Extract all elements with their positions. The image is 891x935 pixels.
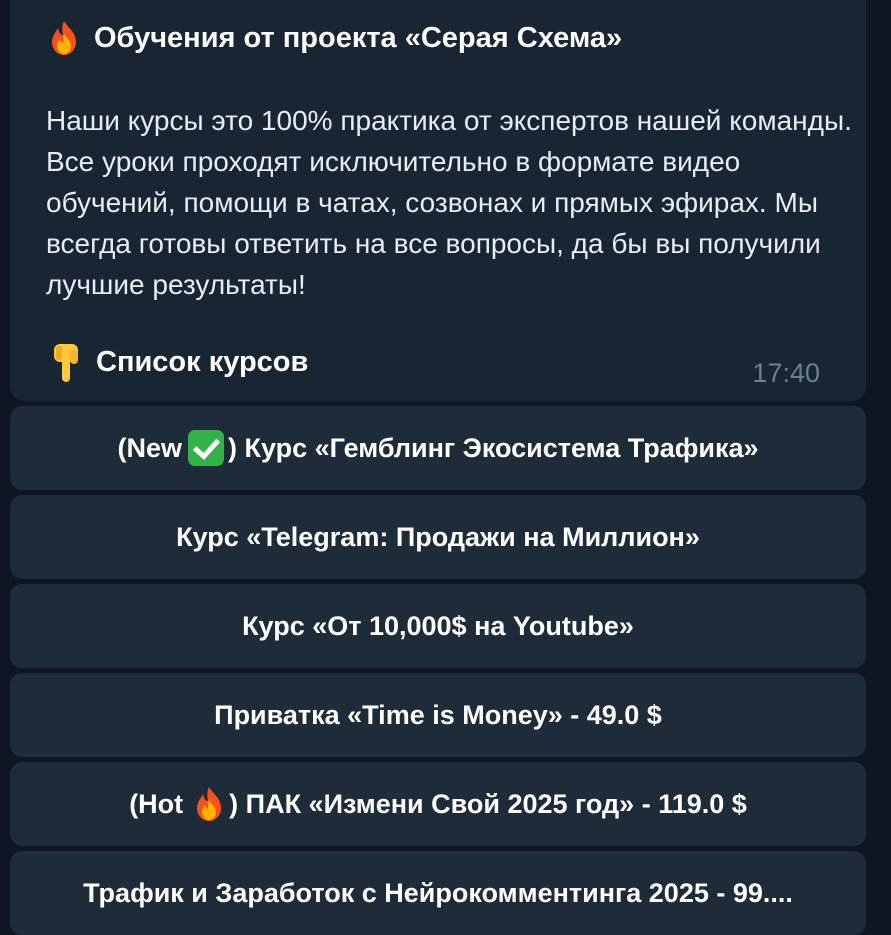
course-button-time-is-money[interactable]: Приватка «Time is Money» - 49.0 $ [10, 673, 866, 757]
message-time: 17:40 [752, 358, 820, 388]
message-body: Наши курсы это 100% практика от эксперто… [46, 105, 852, 300]
course-button-pack-2025[interactable]: (Hot ) ПАК «Измени Свой 2025 год» - 119.… [10, 762, 866, 846]
button-label: ) ПАК «Измени Свой 2025 год» - 119.0 $ [229, 788, 747, 819]
course-list-heading-text: Список курсов [96, 345, 309, 378]
check-mark-icon [187, 430, 224, 466]
message-bubble: Обучения от проекта «Серая Схема» Наши к… [10, 0, 866, 401]
button-prefix: (Hot [129, 788, 184, 819]
button-prefix: (New [117, 432, 182, 463]
button-label: Приватка «Time is Money» - 49.0 $ [214, 699, 662, 730]
fire-icon [52, 21, 76, 55]
course-button-gambling[interactable]: (New ) Курс «Гемблинг Экосистема Трафика… [10, 406, 866, 490]
fire-icon [197, 787, 222, 821]
course-button-youtube[interactable]: Курс «От 10,000$ на Youtube» [10, 584, 866, 668]
pointing-down-hand-icon [54, 344, 78, 382]
button-label: Трафик и Заработок с Нейрокомментинга 20… [83, 877, 793, 908]
button-label: Курс «От 10,000$ на Youtube» [242, 610, 634, 641]
message-title: Обучения от проекта «Серая Схема» [48, 20, 622, 56]
message-title-text: Обучения от проекта «Серая Схема» [94, 21, 623, 54]
button-label: ) Курс «Гемблинг Экосистема Трафика» [227, 432, 759, 463]
course-button-telegram[interactable]: Курс «Telegram: Продажи на Миллион» [10, 495, 866, 579]
course-button-neurocommenting[interactable]: Трафик и Заработок с Нейрокомментинга 20… [10, 851, 866, 935]
course-list-heading: Список курсов [48, 340, 308, 384]
button-label: Курс «Telegram: Продажи на Миллион» [176, 521, 700, 552]
